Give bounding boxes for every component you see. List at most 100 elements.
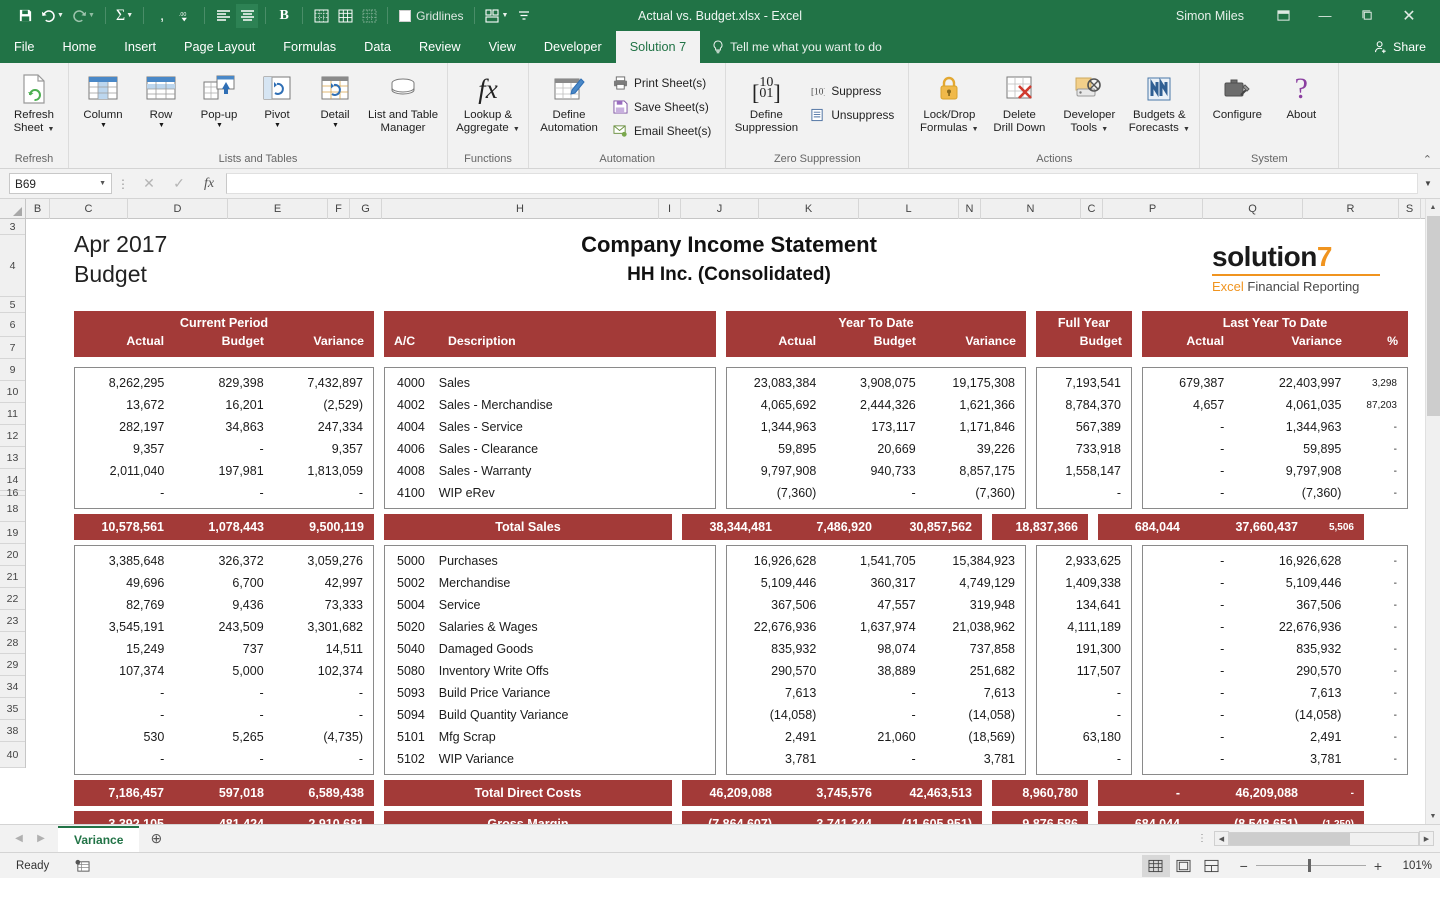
customize-qat-icon[interactable] [513, 4, 535, 28]
scroll-up-arrow-icon[interactable]: ▲ [1425, 199, 1440, 215]
cancel-entry-button[interactable]: ✕ [134, 175, 164, 192]
column-header-b-0[interactable]: B [26, 199, 50, 219]
sheet-area[interactable]: Apr 2017 Budget Company Income Statement… [26, 219, 1425, 824]
column-header-k-9[interactable]: K [759, 199, 859, 219]
zoom-level-label[interactable]: 101% [1390, 860, 1432, 872]
tab-data[interactable]: Data [350, 31, 405, 63]
column-header-n-11[interactable]: N [959, 199, 981, 219]
align-left-icon[interactable] [212, 4, 234, 28]
column-header-n-12[interactable]: N [981, 199, 1081, 219]
horizontal-scroll-thumb[interactable] [1230, 832, 1350, 845]
row-header-18[interactable]: 18 [0, 496, 25, 522]
row-caret-icon[interactable]: ▼ [158, 122, 165, 129]
record-macro-icon[interactable] [75, 859, 90, 873]
freeze-panes-icon[interactable]: ▼ [482, 4, 511, 28]
row-header-12[interactable]: 12 [0, 425, 25, 447]
column-header-p-14[interactable]: P [1103, 199, 1203, 219]
zoom-in-button[interactable]: + [1374, 858, 1382, 874]
tab-file[interactable]: File [0, 31, 49, 63]
formula-input[interactable] [226, 173, 1418, 194]
print-sheets-button[interactable]: Print Sheet(s) [608, 72, 716, 94]
unsuppress-button[interactable]: Unsuppress [805, 104, 899, 126]
row-header-9[interactable]: 9 [0, 359, 25, 381]
row-header-6[interactable]: 6 [0, 313, 25, 337]
gridlines-checkbox-icon[interactable] [399, 9, 412, 22]
column-header-d-2[interactable]: D [128, 199, 228, 219]
column-header-c-13[interactable]: C [1081, 199, 1103, 219]
bold-icon[interactable]: B [273, 4, 295, 28]
chevron-down-icon[interactable]: ▼ [99, 180, 106, 187]
column-header-s-17[interactable]: S [1399, 199, 1421, 219]
email-sheets-button[interactable]: Email Sheet(s) [608, 120, 716, 142]
developer-tools-button[interactable]: Developer Tools ▼ [1054, 68, 1124, 139]
define-automation-button[interactable]: Define Automation [534, 68, 604, 137]
row-header-38[interactable]: 38 [0, 720, 25, 742]
autosum-icon[interactable]: Σ ▼ [113, 4, 136, 28]
borders-icon[interactable] [310, 4, 332, 28]
column-header-g-5[interactable]: G [350, 199, 382, 219]
zoom-out-button[interactable]: − [1240, 858, 1248, 874]
add-sheet-button[interactable]: ⊕ [139, 830, 173, 847]
about-button[interactable]: ? About [1269, 68, 1333, 125]
ribbon-display-options-icon[interactable] [1262, 0, 1304, 31]
vertical-scrollbar[interactable]: ▲ ▼ [1425, 199, 1440, 824]
column-header-j-8[interactable]: J [681, 199, 759, 219]
tab-formulas[interactable]: Formulas [269, 31, 350, 63]
row-header-3[interactable]: 3 [0, 219, 25, 235]
confirm-entry-button[interactable]: ✓ [164, 175, 194, 192]
column-caret-icon[interactable]: ▼ [100, 122, 107, 129]
restore-button[interactable] [1346, 0, 1388, 31]
define-suppression-button[interactable]: [10 01] Define Suppression [731, 68, 801, 137]
normal-view-icon[interactable] [1141, 854, 1170, 877]
tab-split-handle[interactable]: ⋮ [1191, 833, 1214, 844]
user-name[interactable]: Simon Miles [1176, 9, 1244, 23]
tab-review[interactable]: Review [405, 31, 475, 63]
column-header-e-3[interactable]: E [228, 199, 328, 219]
column-header-i-7[interactable]: I [659, 199, 681, 219]
budgets-forecasts-button[interactable]: Budgets & Forecasts ▼ [1124, 68, 1194, 139]
insert-function-button[interactable]: fx [194, 176, 224, 192]
gridlines-toggle[interactable]: Gridlines [395, 4, 467, 28]
borders-all-icon[interactable] [334, 4, 356, 28]
horizontal-scrollbar[interactable] [1229, 831, 1419, 846]
decrease-decimal-icon[interactable]: .00 [175, 4, 197, 28]
row-header-7[interactable]: 7 [0, 337, 25, 359]
suppress-button[interactable]: [10] Suppress [805, 80, 899, 102]
collapse-ribbon-icon[interactable]: ⌃ [1423, 153, 1432, 166]
row-header-4[interactable]: 4 [0, 235, 25, 297]
tab-view[interactable]: View [475, 31, 530, 63]
row-header-10[interactable]: 10 [0, 381, 25, 403]
hscroll-right-arrow-icon[interactable]: ▶ [1419, 831, 1434, 846]
row-header-21[interactable]: 21 [0, 566, 25, 588]
vertical-scroll-thumb[interactable] [1426, 216, 1440, 416]
row-header-34[interactable]: 34 [0, 676, 25, 698]
row-header-28[interactable]: 28 [0, 632, 25, 654]
column-header-l-10[interactable]: L [859, 199, 959, 219]
undo-icon[interactable]: ▼ [38, 4, 67, 28]
tab-insert[interactable]: Insert [110, 31, 170, 63]
row-header-29[interactable]: 29 [0, 654, 25, 676]
row-header-11[interactable]: 11 [0, 403, 25, 425]
name-box[interactable]: B69 ▼ [9, 173, 112, 194]
scroll-down-arrow-icon[interactable]: ▼ [1425, 808, 1440, 824]
select-all-corner[interactable] [0, 199, 26, 219]
zoom-slider[interactable] [1255, 859, 1366, 872]
row-header-19[interactable]: 19 [0, 522, 25, 544]
row-header-35[interactable]: 35 [0, 698, 25, 720]
row-button[interactable]: Row ▼ [132, 68, 190, 132]
row-header-13[interactable]: 13 [0, 447, 25, 469]
lookup-aggregate-button[interactable]: fx Lookup & Aggregate ▼ [453, 68, 523, 139]
tab-home[interactable]: Home [48, 31, 110, 63]
column-header-f-4[interactable]: F [328, 199, 350, 219]
lock-drop-formulas-button[interactable]: Lock/Drop Formulas ▼ [914, 68, 984, 139]
refresh-sheet-button[interactable]: Refresh Sheet ▼ [5, 68, 63, 139]
row-header-20[interactable]: 20 [0, 544, 25, 566]
next-sheet-icon[interactable]: ▶ [30, 833, 52, 844]
page-layout-view-icon[interactable] [1170, 855, 1198, 877]
redo-icon[interactable]: ▼ [69, 4, 98, 28]
tell-me-box[interactable]: Tell me what you want to do [700, 31, 894, 63]
configure-button[interactable]: Configure [1205, 68, 1269, 125]
column-button[interactable]: Column ▼ [74, 68, 132, 132]
comma-style-icon[interactable]: , [151, 4, 173, 28]
zoom-slider-knob[interactable] [1307, 859, 1311, 872]
